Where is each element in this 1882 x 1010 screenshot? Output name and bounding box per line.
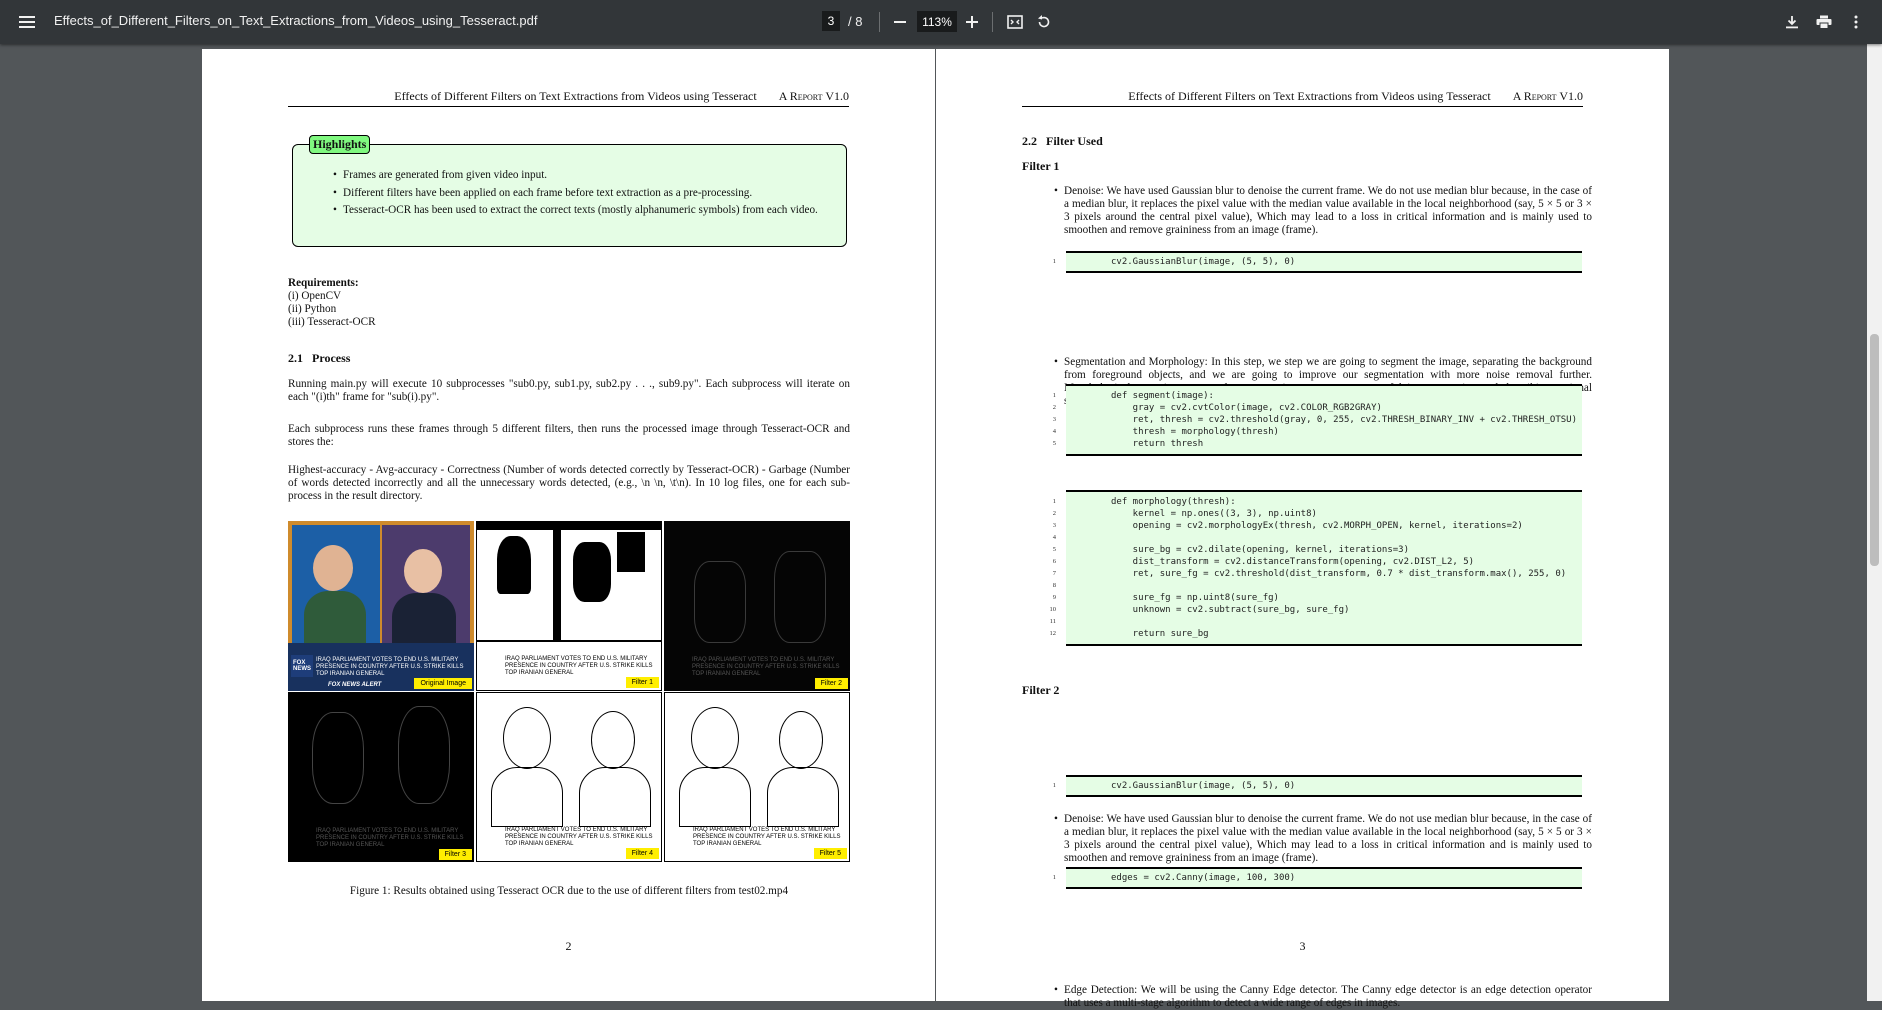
code-line: 1 cv2.GaussianBlur(image, (5, 5), 0) [1052, 257, 1296, 267]
code-block-segment: 1 def segment(image): 2 gray = cv2.cvtCol… [1052, 384, 1582, 456]
filter-1-heading: Filter 1 [1022, 159, 1060, 173]
code-line: 10 unknown = cv2.subtract(sure_bg, sure_… [1049, 605, 1350, 615]
figure-label: Filter 5 [813, 848, 847, 859]
denoise-bullet-2: Denoise: We have used Gaussian blur to d… [1054, 813, 1592, 865]
figure-filter-2: IRAQ PARLIAMENT VOTES TO END U.S. MILITA… [664, 521, 850, 691]
code-line: 3 ret, thresh = cv2.threshold(gray, 0, 2… [1052, 415, 1577, 425]
news-ticker: IRAQ PARLIAMENT VOTES TO END U.S. MILITA… [505, 827, 653, 847]
page-number: 2 [565, 939, 572, 953]
running-report: A Report V1.0 [1512, 89, 1583, 103]
viewer-scrollbar[interactable] [1867, 44, 1882, 1001]
highlights-box: Highlights Frames are generated from giv… [292, 135, 847, 247]
page-total: / 8 [848, 13, 863, 29]
news-ticker: IRAQ PARLIAMENT VOTES TO END U.S. MILITA… [316, 828, 464, 848]
filter-2-heading: Filter 2 [1022, 683, 1060, 697]
news-alert: FOX NEWS ALERT [328, 682, 382, 688]
pdf-page-3: Effects of Different Filters on Text Ext… [936, 49, 1669, 1009]
running-header: Effects of Different Filters on Text Ext… [288, 89, 849, 107]
requirement-item: (i) OpenCV [288, 290, 342, 302]
print-icon[interactable] [1810, 8, 1838, 36]
document-title: Effects_of_Different_Filters_on_Text_Ext… [54, 13, 538, 28]
code-line: 8 [1052, 582, 1056, 589]
figure-label: Filter 1 [625, 677, 659, 688]
requirements-heading: Requirements: [288, 277, 359, 289]
code-line: 5 sure_bg = cv2.dilate(opening, kernel, … [1052, 545, 1410, 555]
requirements-block: Requirements: (i) OpenCV (ii) Python (ii… [288, 277, 376, 329]
code-line: 3 opening = cv2.morphologyEx(thresh, cv2… [1052, 521, 1523, 531]
download-icon[interactable] [1778, 8, 1806, 36]
code-line: 5 return thresh [1052, 439, 1204, 449]
code-line: 9 sure_fg = np.uint8(sure_fg) [1052, 593, 1279, 603]
fit-page-icon[interactable] [1001, 8, 1029, 36]
section-heading: 2.1 Process [288, 351, 350, 366]
filter-results-figure: FOX NEWS IRAQ PARLIAMENT VOTES TO END U.S… [288, 521, 850, 862]
toolbar-divider [879, 12, 880, 32]
news-ticker: IRAQ PARLIAMENT VOTES TO END U.S. MILITA… [692, 657, 840, 677]
section-number: 2.1 [288, 351, 303, 365]
figure-filter-5: IRAQ PARLIAMENT VOTES TO END U.S. MILITA… [664, 692, 850, 862]
highlights-title: Highlights [309, 135, 371, 154]
figure-label: Original Image [414, 678, 472, 689]
toolbar-divider [992, 12, 993, 32]
running-header: Effects of Different Filters on Text Ext… [1022, 89, 1583, 107]
highlight-item: Frames are generated from given video in… [333, 169, 818, 182]
code-line: 2 gray = cv2.cvtColor(image, cv2.COLOR_R… [1052, 403, 1382, 413]
process-paragraph-3: Highest-accuracy - Avg-accuracy - Correc… [288, 464, 850, 502]
denoise-bullet: Denoise: We have used Gaussian blur to d… [1054, 185, 1592, 237]
code-line: 11 [1049, 618, 1056, 625]
code-block-gaussian-2: 1 cv2.GaussianBlur(image, (5, 5), 0) [1052, 775, 1582, 797]
figure-filter-1: IRAQ PARLIAMENT VOTES TO END U.S. MILITA… [476, 521, 662, 691]
page-number-input[interactable]: 3 [822, 11, 840, 31]
process-paragraph-1: Running main.py will execute 10 subproce… [288, 378, 850, 403]
page-indicator: 3 / 8 [822, 11, 862, 31]
figure-filter-4: IRAQ PARLIAMENT VOTES TO END U.S. MILITA… [476, 692, 662, 862]
scrollbar-thumb[interactable] [1870, 334, 1879, 566]
figure-caption: Figure 1: Results obtained using Tessera… [349, 885, 789, 897]
code-line: 4 thresh = morphology(thresh) [1052, 427, 1279, 437]
rotate-icon[interactable] [1030, 8, 1058, 36]
news-ticker: IRAQ PARLIAMENT VOTES TO END U.S. MILITA… [505, 656, 653, 676]
figure-filter-3: IRAQ PARLIAMENT VOTES TO END U.S. MILITA… [288, 692, 474, 862]
news-ticker: IRAQ PARLIAMENT VOTES TO END U.S. MILITA… [693, 827, 841, 847]
menu-icon[interactable] [13, 8, 41, 36]
process-paragraph-2: Each subprocess runs these frames throug… [288, 423, 850, 448]
zoom-out-icon[interactable] [886, 8, 914, 36]
highlight-item: Different filters have been applied on e… [333, 187, 818, 200]
zoom-input[interactable]: 113% [917, 11, 957, 32]
running-title: Effects of Different Filters on Text Ext… [1128, 89, 1491, 103]
code-line: 4 [1052, 534, 1056, 541]
code-line: 12 return sure_bg [1049, 629, 1209, 639]
news-ticker: IRAQ PARLIAMENT VOTES TO END U.S. MILITA… [316, 657, 464, 677]
figure-label: Filter 3 [438, 849, 472, 860]
section-title: Filter Used [1046, 134, 1103, 148]
code-line: 6 dist_transform = cv2.distanceTransform… [1052, 557, 1475, 567]
highlights-list: Frames are generated from given video in… [333, 169, 818, 222]
pdf-page-2: Effects of Different Filters on Text Ext… [202, 49, 935, 1001]
section-title: Process [312, 351, 351, 365]
highlight-item: Tesseract-OCR has been used to extract t… [333, 204, 818, 217]
code-line: 1 cv2.GaussianBlur(image, (5, 5), 0) [1052, 781, 1296, 791]
section-number: 2.2 [1022, 134, 1037, 148]
requirement-item: (ii) Python [288, 303, 337, 315]
more-vert-icon[interactable] [1842, 8, 1870, 36]
code-block-canny: 1 edges = cv2.Canny(image, 100, 300) [1052, 867, 1582, 889]
edge-detection-bullet: Edge Detection: We will be using the Can… [1054, 984, 1592, 1010]
code-block-morphology: 1 def morphology(thresh): 2 kernel = np.o… [1049, 490, 1582, 646]
figure-original-image: FOX NEWS IRAQ PARLIAMENT VOTES TO END U.S… [288, 521, 474, 691]
code-line: 1 edges = cv2.Canny(image, 100, 300) [1052, 873, 1296, 883]
running-report: A Report V1.0 [778, 89, 849, 103]
running-title: Effects of Different Filters on Text Ext… [394, 89, 757, 103]
figure-label: Filter 4 [625, 848, 659, 859]
section-heading: 2.2 Filter Used [1022, 134, 1103, 149]
code-line: 2 kernel = np.ones((3, 3), np.uint8) [1052, 509, 1317, 519]
requirement-item: (iii) Tesseract-OCR [288, 316, 376, 328]
code-line: 1 def morphology(thresh): [1052, 497, 1236, 507]
code-block-gaussian: 1 cv2.GaussianBlur(image, (5, 5), 0) [1052, 251, 1582, 273]
zoom-in-icon[interactable] [958, 8, 986, 36]
pdf-toolbar: Effects_of_Different_Filters_on_Text_Ext… [0, 0, 1882, 44]
code-line: 1 def segment(image): [1052, 391, 1214, 401]
page-number: 3 [1299, 939, 1306, 953]
code-line: 7 ret, sure_fg = cv2.threshold(dist_tran… [1052, 569, 1567, 579]
figure-label: Filter 2 [814, 678, 848, 689]
